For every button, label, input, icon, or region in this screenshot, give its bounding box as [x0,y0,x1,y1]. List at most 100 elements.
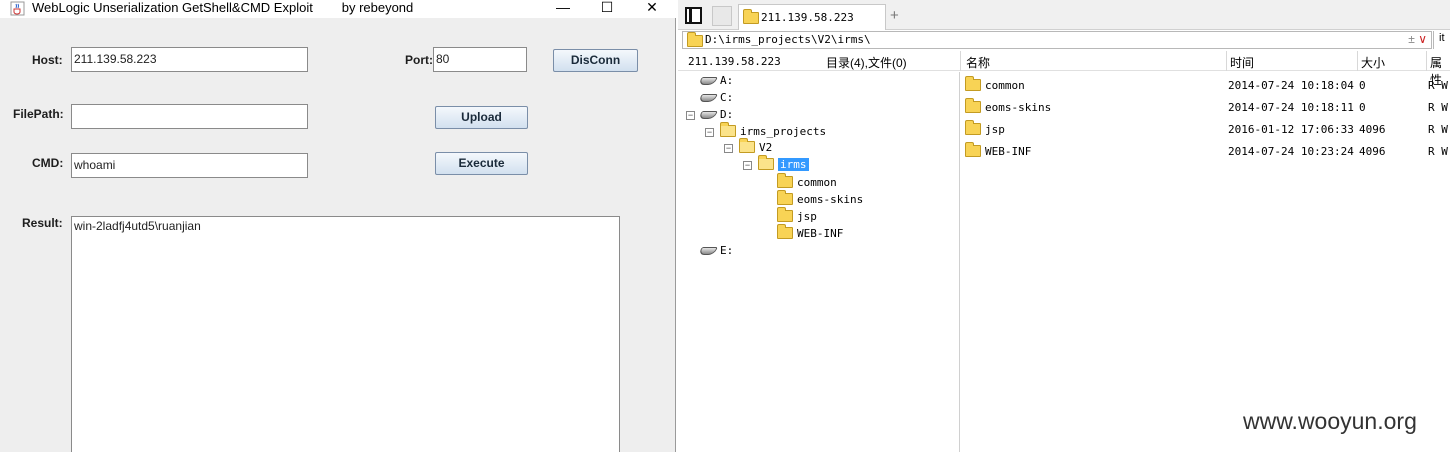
file-size: 0 [1359,101,1366,114]
drive-icon [698,111,718,119]
tab-host[interactable]: 211.139.58.223 [738,4,886,30]
minimize-button[interactable]: — [553,0,573,16]
column-name-header[interactable]: 名称 [966,54,990,71]
add-tab-icon[interactable]: + [890,7,899,24]
result-label: Result: [22,216,63,230]
maximize-button[interactable]: ☐ [597,0,617,16]
tree-node-label: irms_projects [740,125,827,138]
cmd-label: CMD: [32,156,64,170]
file-size: 4096 [1359,145,1386,158]
folder-open-icon [739,138,755,153]
tree-node-drive-e[interactable]: E: [698,243,734,259]
tree-node-label: WEB-INF [797,227,844,240]
close-button[interactable]: ✕ [642,0,662,16]
collapse-icon[interactable]: − [743,161,752,170]
filepath-label: FilePath: [13,107,64,121]
folder-icon [743,9,759,24]
file-name-text: eoms-skins [985,101,1052,114]
column-size-header[interactable]: 大小 [1361,54,1385,71]
file-name: common [965,75,1025,97]
host-label: 211.139.58.223 [688,55,781,68]
port-input[interactable]: 80 [433,47,527,72]
tree-node-common[interactable]: common [777,173,837,191]
path-extra-text: it [1439,32,1445,44]
directory-tree: A: C: − D: − irms_projects − V2 − irms c… [678,72,960,452]
list-item[interactable]: common 2014-07-24 10:18:04 0 R W [962,75,1450,97]
folder-icon [777,173,793,188]
tree-node-label: C: [720,91,734,104]
folder-icon [965,120,981,135]
disconn-button[interactable]: DisConn [553,49,638,72]
path-up-icon[interactable]: ± [1408,32,1415,46]
tree-node-label: jsp [797,210,817,223]
sidebar-toggle-icon[interactable] [685,7,702,24]
upload-button[interactable]: Upload [435,106,528,129]
folder-icon [687,32,703,47]
file-name-text: common [985,79,1025,92]
tree-node-v2[interactable]: V2 [739,138,772,156]
drive-icon [698,94,718,102]
list-item[interactable]: eoms-skins 2014-07-24 10:18:11 0 R W [962,97,1450,119]
port-label: Port: [405,53,433,67]
folder-icon [777,224,793,239]
execute-button[interactable]: Execute [435,152,528,175]
tree-node-web-inf[interactable]: WEB-INF [777,224,844,242]
cmd-input[interactable]: whoami [71,153,308,178]
path-bar[interactable]: D:\irms_projects\V2\irms\ ± ∨ [682,31,1432,49]
folder-icon [777,190,793,205]
collapse-icon[interactable]: − [705,128,714,137]
tree-node-jsp[interactable]: jsp [777,207,817,225]
tree-node-irms-projects[interactable]: irms_projects [720,122,827,140]
tree-node-eoms-skins[interactable]: eoms-skins [777,190,863,208]
list-item[interactable]: WEB-INF 2014-07-24 10:23:24 4096 R W [962,141,1450,163]
tree-node-label: D: [720,108,734,121]
tree-node-drive-a[interactable]: A: [698,73,734,89]
tree-node-label: E: [720,244,734,257]
file-name: eoms-skins [965,97,1051,119]
tree-node-label: common [797,176,837,189]
file-attr: R W [1428,145,1448,158]
file-attr: R W [1428,79,1448,92]
file-name: jsp [965,119,1005,141]
path-extra-field[interactable]: it [1433,31,1450,49]
file-attr: R W [1428,101,1448,114]
file-name-text: jsp [985,123,1005,136]
path-controls[interactable]: ± ∨ [1408,32,1427,46]
column-divider[interactable] [960,51,961,71]
column-header-row: 211.139.58.223 目录(4),文件(0) 名称 时间 大小 属性 [678,51,1450,87]
path-text: D:\irms_projects\V2\irms\ [705,33,871,46]
tab-bar: 211.139.58.223 + [678,0,1450,30]
column-divider[interactable] [1357,51,1358,71]
tab-label: 211.139.58.223 [761,11,854,24]
tree-node-label: irms [778,158,809,171]
file-time: 2014-07-24 10:18:11 [1228,101,1354,114]
folder-icon [965,142,981,157]
list-item[interactable]: jsp 2016-01-12 17:06:33 4096 R W [962,119,1450,141]
file-attr: R W [1428,123,1448,136]
result-textarea[interactable]: win-2ladfj4utd5\ruanjian [71,216,620,452]
tree-node-drive-c[interactable]: C: [698,90,734,106]
tree-node-label: A: [720,74,734,87]
collapse-icon[interactable]: − [724,144,733,153]
folder-open-icon [758,155,774,170]
file-manager-window: 211.139.58.223 + D:\irms_projects\V2\irm… [678,0,1450,452]
file-name-text: WEB-INF [985,145,1032,158]
file-list: common 2014-07-24 10:18:04 0 R W eoms-sk… [962,72,1450,452]
folder-icon [965,98,981,113]
column-time-header[interactable]: 时间 [1230,54,1254,71]
new-panel-icon[interactable] [712,6,732,26]
filepath-input[interactable] [71,104,308,129]
column-divider[interactable] [1226,51,1227,71]
path-dropdown-icon[interactable]: ∨ [1418,32,1427,46]
tree-node-drive-d[interactable]: D: [698,107,734,123]
title-bar: WebLogic Unserialization GetShell&CMD Ex… [0,0,676,18]
folder-icon [777,207,793,222]
column-divider[interactable] [1426,51,1427,71]
file-time: 2016-01-12 17:06:33 [1228,123,1354,136]
collapse-icon[interactable]: − [686,111,695,120]
folder-open-icon [720,122,736,137]
host-input[interactable]: 211.139.58.223 [71,47,308,72]
tree-node-irms-selected[interactable]: irms [758,155,809,173]
dir-summary: 目录(4),文件(0) [826,56,907,70]
exploit-window: WebLogic Unserialization GetShell&CMD Ex… [0,0,676,452]
